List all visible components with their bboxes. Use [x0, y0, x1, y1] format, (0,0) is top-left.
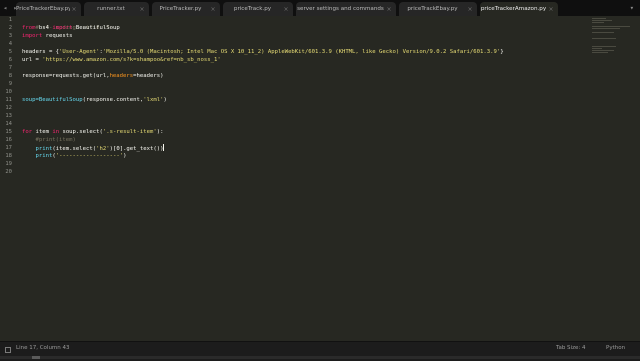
tab-runner[interactable]: runner.txt ×	[84, 2, 149, 16]
code-text: ):	[156, 129, 164, 135]
identifier: BeautifulSoup	[72, 25, 120, 31]
keyword: import	[52, 25, 73, 31]
tab-pricetrack[interactable]: priceTrack.py ×	[223, 2, 293, 16]
progress-handle[interactable]	[32, 356, 40, 359]
close-icon[interactable]: ×	[138, 6, 146, 13]
code-line-16[interactable]: #print(item)	[22, 136, 76, 144]
video-progress-bar[interactable]	[0, 356, 640, 359]
close-icon[interactable]: ×	[209, 6, 217, 13]
close-icon[interactable]: ×	[282, 6, 290, 13]
tab-label: PriceTracker.py	[159, 6, 202, 12]
line-number: 1	[8, 17, 12, 23]
code-line-2[interactable]: from bs4 import BeautifulSoup	[22, 24, 120, 32]
line-number: 19	[5, 161, 12, 167]
code-line-8[interactable]: response=requests.get(url,headers=header…	[22, 72, 163, 80]
tab-overflow-icon[interactable]: ▾	[630, 3, 634, 13]
cursor-position: Line 17, Column 43	[16, 345, 70, 351]
line-number: 20	[5, 169, 12, 175]
line-number-gutter: 1 2 3 4 5 6 7 8 9 10 11 12 13 14 15 16 1…	[0, 16, 16, 341]
tab-size-selector[interactable]: Tab Size: 4	[556, 342, 585, 354]
line-number: 3	[8, 33, 12, 39]
status-bar: Line 17, Column 43 Tab Size: 4 Python	[0, 341, 640, 361]
code-line-15[interactable]: for item in soup.select('.s-result-item'…	[22, 128, 164, 136]
close-icon[interactable]: ×	[385, 6, 393, 13]
line-number: 16	[5, 137, 12, 143]
line-number: 2	[8, 25, 12, 31]
tab-label: priceTrackEbay.py	[407, 6, 458, 12]
code-line-17[interactable]: print(item.select('h2')[0].get_text())	[22, 144, 165, 152]
tab-label: PriceTrackerEbay.py	[16, 6, 70, 12]
line-number: 10	[5, 89, 12, 95]
code-text: )	[123, 153, 127, 159]
tab-pricetrackerebay[interactable]: PriceTrackerEbay.py ×	[16, 2, 81, 16]
parameter: headers	[109, 73, 134, 79]
line-number: 5	[8, 49, 12, 55]
line-number: 13	[5, 113, 12, 119]
string: '------------------'	[55, 153, 124, 159]
code-line-3[interactable]: import requests	[22, 32, 73, 40]
line-number: 9	[8, 81, 12, 87]
code-text: }	[500, 49, 504, 55]
comment: #print(item)	[22, 137, 76, 143]
code-text: =headers)	[133, 73, 164, 79]
tab-bar: ◂ ▸ PriceTrackerEbay.py × runner.txt × P…	[0, 0, 640, 16]
string: '.s-result-item'	[102, 129, 157, 135]
close-icon[interactable]: ×	[466, 6, 474, 13]
line-number: 12	[5, 105, 12, 111]
keyword: for	[22, 129, 33, 135]
function-name: print	[35, 153, 53, 159]
text-cursor	[163, 144, 165, 151]
code-text: (response.content,	[82, 97, 144, 103]
code-line-11[interactable]: soup=BeautifulSoup(response.content,'lxm…	[22, 96, 167, 104]
code-line-1[interactable]: # -*- coding: utf-8 -*-	[22, 16, 112, 31]
panel-toggle-icon[interactable]	[5, 347, 11, 353]
identifier: requests	[42, 33, 73, 39]
code-text: soup.select(	[59, 129, 103, 135]
line-number: 17	[5, 145, 12, 151]
code-text: response=requests.get(url,	[22, 73, 110, 79]
line-number: 8	[8, 73, 12, 79]
string: 'User-Agent'	[59, 49, 100, 55]
tab-label: runner.txt	[97, 6, 125, 12]
line-number: 14	[5, 121, 12, 127]
close-icon[interactable]: ×	[70, 6, 78, 13]
line-number: 6	[8, 57, 12, 63]
minimap[interactable]	[592, 18, 632, 58]
code-line-5[interactable]: headers = {'User-Agent':'Mozilla/5.0 (Ma…	[22, 48, 504, 56]
code-line-18[interactable]: print('------------------')	[22, 152, 126, 160]
tab-server-settings[interactable]: server settings and commands ×	[296, 2, 396, 16]
tab-label: priceTrackerAmazon.py	[480, 6, 547, 12]
line-number: 15	[5, 129, 12, 135]
code-editor[interactable]: 1 2 3 4 5 6 7 8 9 10 11 12 13 14 15 16 1…	[0, 16, 640, 341]
module-name: bs4	[35, 25, 53, 31]
line-number: 18	[5, 153, 12, 159]
tab-pricetrackebay[interactable]: priceTrackEbay.py ×	[399, 2, 477, 16]
code-text: url =	[22, 57, 43, 63]
code-text: item	[32, 129, 53, 135]
function-name: soup=BeautifulSoup	[22, 97, 83, 103]
code-text: headers = {	[22, 49, 60, 55]
code-line-6[interactable]: url = 'https://www.amazon.com/s?k=shampo…	[22, 56, 221, 64]
code-text: )	[163, 97, 167, 103]
line-number: 11	[5, 97, 12, 103]
line-number: 7	[8, 65, 12, 71]
keyword: import	[22, 33, 43, 39]
tab-pricetracker[interactable]: PriceTracker.py ×	[152, 2, 220, 16]
string: 'Mozilla/5.0 (Macintosh; Intel Mac OS X …	[102, 49, 501, 55]
tab-label: server settings and commands	[297, 6, 384, 12]
close-icon[interactable]: ×	[547, 6, 555, 13]
tab-label: priceTrack.py	[233, 6, 272, 12]
keyword: from	[22, 25, 36, 31]
string: 'https://www.amazon.com/s?k=shampoo&ref=…	[42, 57, 221, 63]
syntax-selector[interactable]: Python	[606, 342, 625, 354]
tab-pricetrackeramazon[interactable]: priceTrackerAmazon.py ×	[480, 2, 558, 16]
string: 'lxml'	[143, 97, 164, 103]
line-number: 4	[8, 41, 12, 47]
progress-track	[0, 356, 640, 359]
